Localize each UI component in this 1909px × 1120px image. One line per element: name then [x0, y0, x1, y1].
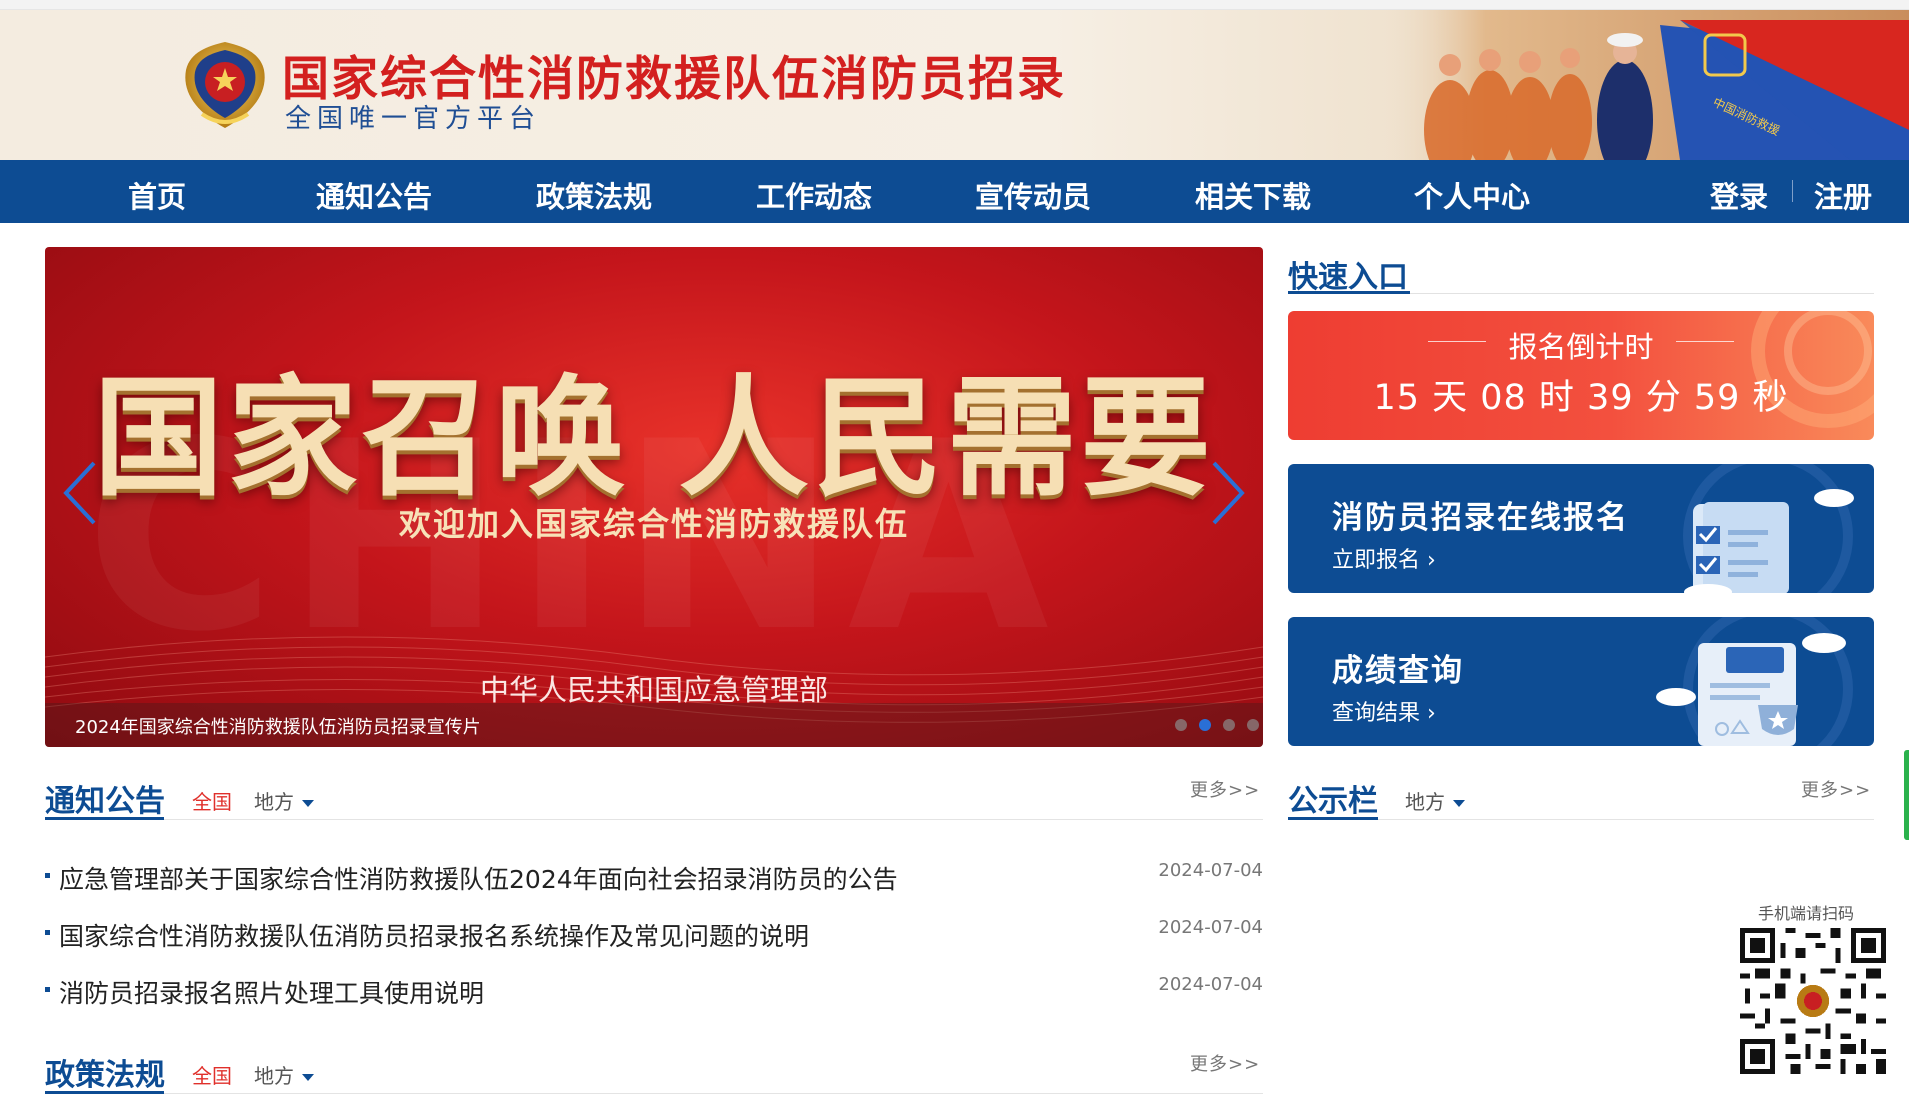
bullet-icon	[45, 930, 50, 935]
notice-date: 2024-07-04	[1158, 974, 1263, 995]
slide-headline: 国家召唤 人民需要	[93, 361, 1215, 514]
countdown-time: 15 天 08 时 39 分 59 秒	[1373, 378, 1789, 418]
notice-date: 2024-07-04	[1158, 917, 1263, 938]
nav-work-news[interactable]: 工作动态	[756, 174, 872, 216]
bulletin-more-link[interactable]: 更多>>	[1801, 776, 1871, 802]
nav-policies[interactable]: 政策法规	[536, 174, 652, 216]
fire-rescue-emblem-icon	[185, 42, 265, 128]
side-floating-tab[interactable]	[1904, 750, 1909, 840]
policies-tab-national[interactable]: 全国	[192, 1060, 232, 1089]
registration-countdown: 报名倒计时 15 天 08 时 39 分 59 秒	[1288, 311, 1874, 440]
mobile-qr-code	[1740, 928, 1886, 1074]
dropdown-triangle-icon	[302, 800, 314, 807]
bullet-icon	[45, 987, 50, 992]
slide-caption[interactable]: 2024年国家综合性消防救援队伍消防员招录宣传片	[75, 713, 481, 739]
notice-date: 2024-07-04	[1158, 860, 1263, 881]
quick-entry-title: 快速入口	[1288, 260, 1408, 295]
online-registration-title: 消防员招录在线报名	[1332, 500, 1629, 536]
nav-downloads[interactable]: 相关下载	[1195, 174, 1311, 216]
query-result-label: 查询结果	[1332, 701, 1421, 726]
login-link[interactable]: 登录	[1710, 174, 1768, 216]
score-certificate-icon	[1656, 617, 1853, 746]
policies-tab-local-label: 地方	[254, 1064, 294, 1088]
score-query-card[interactable]: 成绩查询 查询结果 ›	[1288, 617, 1874, 746]
hero-carousel[interactable]: CHINA 国家召唤 人民需要 欢迎加入国家综合性消防救援队伍 中华人民共和国应…	[45, 247, 1263, 747]
nav-divider	[1792, 180, 1793, 202]
online-registration-card[interactable]: 消防员招录在线报名 立即报名 ›	[1288, 464, 1874, 593]
chevron-right-icon: ›	[1427, 701, 1436, 726]
notices-underline	[45, 817, 164, 820]
checklist-form-icon	[1683, 464, 1854, 593]
notices-more-link[interactable]: 更多>>	[1190, 776, 1260, 802]
register-now-link[interactable]: 立即报名 ›	[1332, 542, 1436, 574]
carousel-dot[interactable]	[1223, 719, 1235, 731]
notice-title[interactable]: 应急管理部关于国家综合性消防救援队伍2024年面向社会招录消防员的公告	[59, 860, 898, 896]
carousel-prev-arrow-icon[interactable]	[60, 460, 100, 526]
dropdown-triangle-icon	[302, 1074, 314, 1081]
qr-label: 手机端请扫码	[1758, 904, 1855, 923]
quick-entry-underline	[1288, 291, 1410, 294]
notices-title: 通知公告	[45, 784, 165, 819]
notice-item[interactable]: 消防员招录报名照片处理工具使用说明 2024-07-04	[45, 974, 1263, 1014]
carousel-dots	[1175, 714, 1259, 736]
notices-tab-local[interactable]: 地方	[254, 786, 314, 815]
notices-divider	[45, 819, 1263, 820]
policies-underline	[45, 1091, 164, 1094]
bulletin-tab-local-label: 地方	[1405, 790, 1445, 814]
notices-tab-national[interactable]: 全国	[192, 786, 232, 815]
query-result-link[interactable]: 查询结果 ›	[1332, 695, 1436, 727]
firefighters-flag-image: 中国消防救援	[1380, 10, 1909, 160]
bullet-icon	[45, 873, 50, 878]
policies-tab-local[interactable]: 地方	[254, 1060, 314, 1089]
site-subtitle: 全国唯一官方平台	[285, 104, 542, 134]
bulletin-underline	[1288, 817, 1378, 820]
register-now-label: 立即报名	[1332, 548, 1421, 573]
nav-publicity[interactable]: 宣传动员	[975, 174, 1091, 216]
notice-item[interactable]: 国家综合性消防救援队伍消防员招录报名系统操作及常见问题的说明 2024-07-0…	[45, 917, 1263, 957]
policies-more-link[interactable]: 更多>>	[1190, 1050, 1260, 1076]
carousel-next-arrow-icon[interactable]	[1208, 460, 1248, 526]
score-query-title: 成绩查询	[1332, 653, 1464, 689]
chevron-right-icon: ›	[1427, 548, 1436, 573]
carousel-dot[interactable]	[1247, 719, 1259, 731]
bulletin-title: 公示栏	[1288, 784, 1378, 819]
dropdown-triangle-icon	[1453, 800, 1465, 807]
carousel-dot-active[interactable]	[1199, 719, 1211, 731]
browser-top-line	[0, 0, 1909, 10]
nav-home[interactable]: 首页	[128, 174, 186, 216]
main-nav: 首页 通知公告 政策法规 工作动态 宣传动员 相关下载 个人中心 登录 注册	[0, 160, 1909, 223]
policies-title: 政策法规	[45, 1058, 165, 1093]
bulletin-tab-local[interactable]: 地方	[1405, 786, 1465, 815]
slide-tagline: 欢迎加入国家综合性消防救援队伍	[398, 505, 909, 543]
nav-notices[interactable]: 通知公告	[316, 174, 432, 216]
site-header: 国家综合性消防救援队伍消防员招录 全国唯一官方平台 中国消防救援	[0, 0, 1909, 160]
countdown-label: 报名倒计时	[1508, 330, 1654, 364]
notice-title[interactable]: 消防员招录报名照片处理工具使用说明	[59, 974, 484, 1010]
policies-divider	[45, 1093, 1263, 1094]
nav-personal-center[interactable]: 个人中心	[1414, 174, 1530, 216]
notices-tab-local-label: 地方	[254, 790, 294, 814]
notice-item[interactable]: 应急管理部关于国家综合性消防救援队伍2024年面向社会招录消防员的公告 2024…	[45, 860, 1263, 900]
notice-title[interactable]: 国家综合性消防救援队伍消防员招录报名系统操作及常见问题的说明	[59, 917, 809, 953]
carousel-dot[interactable]	[1175, 719, 1187, 731]
register-link[interactable]: 注册	[1814, 174, 1872, 216]
